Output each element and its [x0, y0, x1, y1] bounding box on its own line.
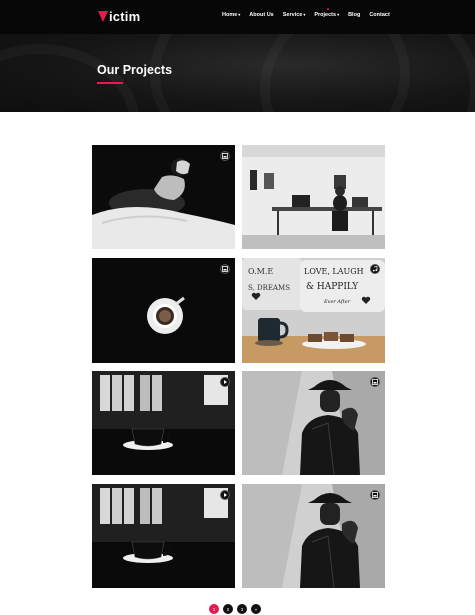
project-image [242, 371, 385, 475]
pagination: 1 2 3 » [209, 604, 261, 614]
page-1-button[interactable]: 1 [209, 604, 219, 614]
project-image: O.M.E S, DREAMS LOVE, LAUGH & HAPPILY Ev… [242, 258, 385, 363]
project-image [242, 145, 385, 249]
logo-v-mark [98, 10, 108, 22]
project-card[interactable] [92, 145, 235, 249]
page-3-button[interactable]: 3 [237, 604, 247, 614]
nav-label: Contact [369, 12, 390, 18]
project-card[interactable] [242, 371, 385, 475]
main-nav: Home▾ About Us Service▾ Projects▾ Blog C… [222, 8, 399, 18]
banner-texture [260, 34, 475, 112]
project-card[interactable] [92, 371, 235, 475]
banner-texture [0, 44, 140, 112]
pillow-text: LOVE, LAUGH [304, 267, 364, 276]
project-card[interactable]: O.M.E S, DREAMS LOVE, LAUGH & HAPPILY Ev… [242, 258, 385, 363]
brand-logo[interactable]: ictim [98, 8, 140, 24]
pillow-text: Ever After [323, 299, 351, 305]
gallery-icon[interactable] [370, 490, 380, 500]
brand-name: ictim [109, 8, 141, 24]
project-card[interactable] [92, 258, 235, 363]
chevron-down-icon: ▾ [238, 12, 241, 17]
nav-label: About Us [249, 12, 274, 18]
nav-item-projects[interactable]: Projects▾ [314, 8, 340, 18]
gallery-icon[interactable] [220, 264, 230, 274]
nav-item-home[interactable]: Home▾ [222, 12, 240, 18]
nav-label: Projects [314, 12, 337, 18]
project-card[interactable] [242, 484, 385, 588]
page-banner: Our Projects [0, 34, 475, 112]
chevron-down-icon: ▾ [337, 12, 340, 17]
top-navbar: ictim Home▾ About Us Service▾ Projects▾ … [0, 0, 475, 34]
chevron-down-icon: ▾ [303, 12, 306, 17]
pillow-text: & HAPPILY [306, 282, 359, 292]
title-underline [97, 82, 123, 84]
nav-item-about-us[interactable]: About Us [249, 12, 273, 18]
video-icon[interactable] [220, 490, 230, 500]
music-icon[interactable] [370, 264, 380, 274]
pillow-text: O.M.E [248, 267, 273, 276]
nav-item-blog[interactable]: Blog [348, 12, 360, 18]
nav-item-contact[interactable]: Contact [369, 12, 389, 18]
gallery-icon[interactable] [370, 377, 380, 387]
project-image [92, 371, 235, 475]
page-2-button[interactable]: 2 [223, 604, 233, 614]
nav-item-service[interactable]: Service▾ [283, 12, 306, 18]
nav-label: Service [282, 12, 303, 18]
nav-label: Blog [348, 12, 361, 18]
gallery-icon[interactable] [220, 151, 230, 161]
nav-label: Home [222, 12, 238, 18]
next-page-button[interactable]: » [251, 604, 261, 614]
pillow-text: S, DREAMS [248, 284, 290, 292]
project-image [92, 145, 235, 249]
project-image [92, 484, 235, 588]
page-title: Our Projects [97, 63, 173, 77]
project-card[interactable] [242, 145, 385, 249]
project-card[interactable] [92, 484, 235, 588]
video-icon[interactable] [220, 377, 230, 387]
project-image [242, 484, 385, 588]
project-image [92, 258, 235, 363]
